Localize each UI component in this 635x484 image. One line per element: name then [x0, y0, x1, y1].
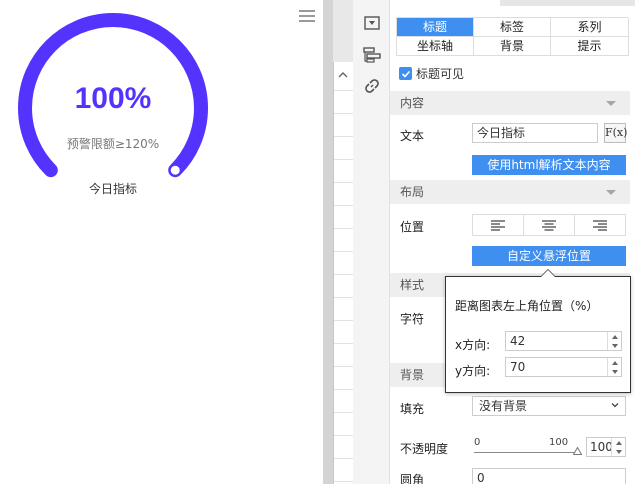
x-direction-input[interactable]: 42: [505, 331, 622, 351]
gutter-row-line: [334, 297, 353, 298]
spin-up-icon[interactable]: [608, 332, 621, 341]
fill-select-value: 没有背景: [479, 399, 528, 413]
popover-caret: [540, 269, 556, 277]
slider-min-label: 0: [474, 437, 481, 448]
chart-canvas: 100% 预警限额≥120% 今日指标: [0, 0, 323, 484]
tab-0[interactable]: 标题: [397, 18, 474, 37]
custom-float-position-button[interactable]: 自定义悬浮位置: [472, 246, 626, 266]
collapse-arrow-icon[interactable]: [606, 101, 616, 106]
radius-label: 圆角: [400, 473, 425, 484]
layers-icon[interactable]: [363, 46, 381, 64]
popover-title: 距离图表左上角位置（%）: [455, 299, 599, 313]
opacity-slider-track[interactable]: [474, 452, 578, 453]
spin-down-icon[interactable]: [608, 341, 621, 350]
opacity-slider-thumb[interactable]: [573, 447, 582, 455]
side-icon-bar: [353, 0, 390, 484]
collapse-arrow-icon[interactable]: [606, 190, 616, 195]
gutter-row-line: [334, 320, 353, 321]
gauge-end-dot: [170, 165, 180, 175]
gutter-row-line: [334, 343, 353, 344]
align-left-icon: [491, 219, 505, 231]
scroll-column[interactable]: [333, 62, 353, 484]
tab-5[interactable]: 提示: [551, 37, 629, 56]
align-right-button[interactable]: [575, 215, 625, 235]
gutter-strip: [333, 0, 353, 62]
opacity-input[interactable]: 100: [586, 437, 626, 457]
scroll-up-icon[interactable]: [336, 70, 350, 84]
title-visible-label: 标题可见: [416, 67, 465, 81]
fx-button[interactable]: F(x): [604, 123, 627, 143]
y-direction-value: 70: [510, 360, 526, 374]
spin-up-icon[interactable]: [608, 358, 621, 367]
section-layout-label: 布局: [400, 185, 425, 199]
fill-select[interactable]: 没有背景: [472, 396, 626, 416]
gutter-row-line: [334, 113, 353, 114]
spin-down-icon[interactable]: [612, 447, 625, 456]
hamburger-icon[interactable]: [299, 10, 315, 24]
radius-input[interactable]: 0: [472, 468, 626, 484]
gutter-row-line: [334, 228, 353, 229]
spin-up-icon[interactable]: [612, 438, 625, 447]
gauge-value: 100%: [74, 82, 152, 115]
property-tabs: 标题 标签 系列坐标轴 背景 提示: [396, 17, 629, 56]
section-content-label: 内容: [400, 96, 425, 110]
section-background-label: 背景: [400, 368, 425, 382]
font-label: 字符: [400, 312, 425, 326]
link-icon[interactable]: [363, 77, 381, 95]
tab-1[interactable]: 标签: [474, 18, 551, 37]
tab-3[interactable]: 坐标轴: [397, 37, 474, 56]
tab-4[interactable]: 背景: [474, 37, 551, 56]
section-layout[interactable]: 布局: [390, 180, 630, 204]
panel-top-strip: [500, 0, 635, 6]
float-position-popover: 距离图表左上角位置（%） x方向: 42 y方向: 70: [445, 269, 631, 393]
y-spinner[interactable]: [607, 358, 621, 376]
title-text-input[interactable]: 今日指标: [472, 123, 598, 143]
x-direction-value: 42: [510, 334, 526, 348]
title-visible-row[interactable]: 标题可见: [399, 65, 464, 82]
html-parse-button[interactable]: 使用html解析文本内容: [472, 155, 626, 175]
title-visible-checkbox[interactable]: [399, 67, 412, 80]
opacity-value: 100: [590, 440, 613, 454]
gutter-row-line: [334, 205, 353, 206]
x-spinner[interactable]: [607, 332, 621, 350]
align-button-group: [472, 214, 626, 236]
canvas-gutter: [323, 0, 353, 484]
gutter-row-line: [334, 159, 353, 160]
align-center-button[interactable]: [524, 215, 575, 235]
align-center-icon: [542, 219, 556, 231]
gutter-row-line: [334, 412, 353, 413]
y-direction-input[interactable]: 70: [505, 357, 622, 377]
text-label: 文本: [400, 129, 425, 143]
gutter-row-line: [334, 458, 353, 459]
section-content[interactable]: 内容: [390, 91, 630, 115]
slider-max-label: 100: [549, 437, 569, 448]
fill-label: 填充: [400, 402, 425, 416]
section-style-label: 样式: [400, 278, 425, 292]
tab-2[interactable]: 系列: [551, 18, 629, 37]
gutter-row-line: [334, 182, 353, 183]
gutter-row-line: [334, 251, 353, 252]
gauge-title: 今日指标: [88, 182, 137, 196]
gutter-row-line: [334, 435, 353, 436]
gutter-row-line: [334, 90, 353, 91]
gutter-row-line: [334, 136, 353, 137]
opacity-label: 不透明度: [400, 442, 449, 456]
spin-down-icon[interactable]: [608, 367, 621, 376]
chevron-down-icon: [611, 403, 619, 408]
gutter-row-line: [334, 274, 353, 275]
opacity-spinner[interactable]: [611, 438, 625, 456]
gauge-subtitle: 预警限额≥120%: [66, 137, 160, 151]
gutter-row-line: [334, 366, 353, 367]
property-panel: 标题 标签 系列 坐标轴 背景 提示 标题可见 内容 文本 今日指标 F(x) 使用htm…: [390, 0, 635, 484]
position-label: 位置: [400, 220, 425, 234]
dropdown-box-icon[interactable]: [363, 14, 381, 32]
align-left-button[interactable]: [473, 215, 524, 235]
gutter-row-line: [334, 389, 353, 390]
x-direction-label: x方向:: [455, 338, 491, 352]
gutter-row-line: [334, 481, 353, 482]
align-right-icon: [593, 219, 607, 231]
y-direction-label: y方向:: [455, 364, 491, 378]
